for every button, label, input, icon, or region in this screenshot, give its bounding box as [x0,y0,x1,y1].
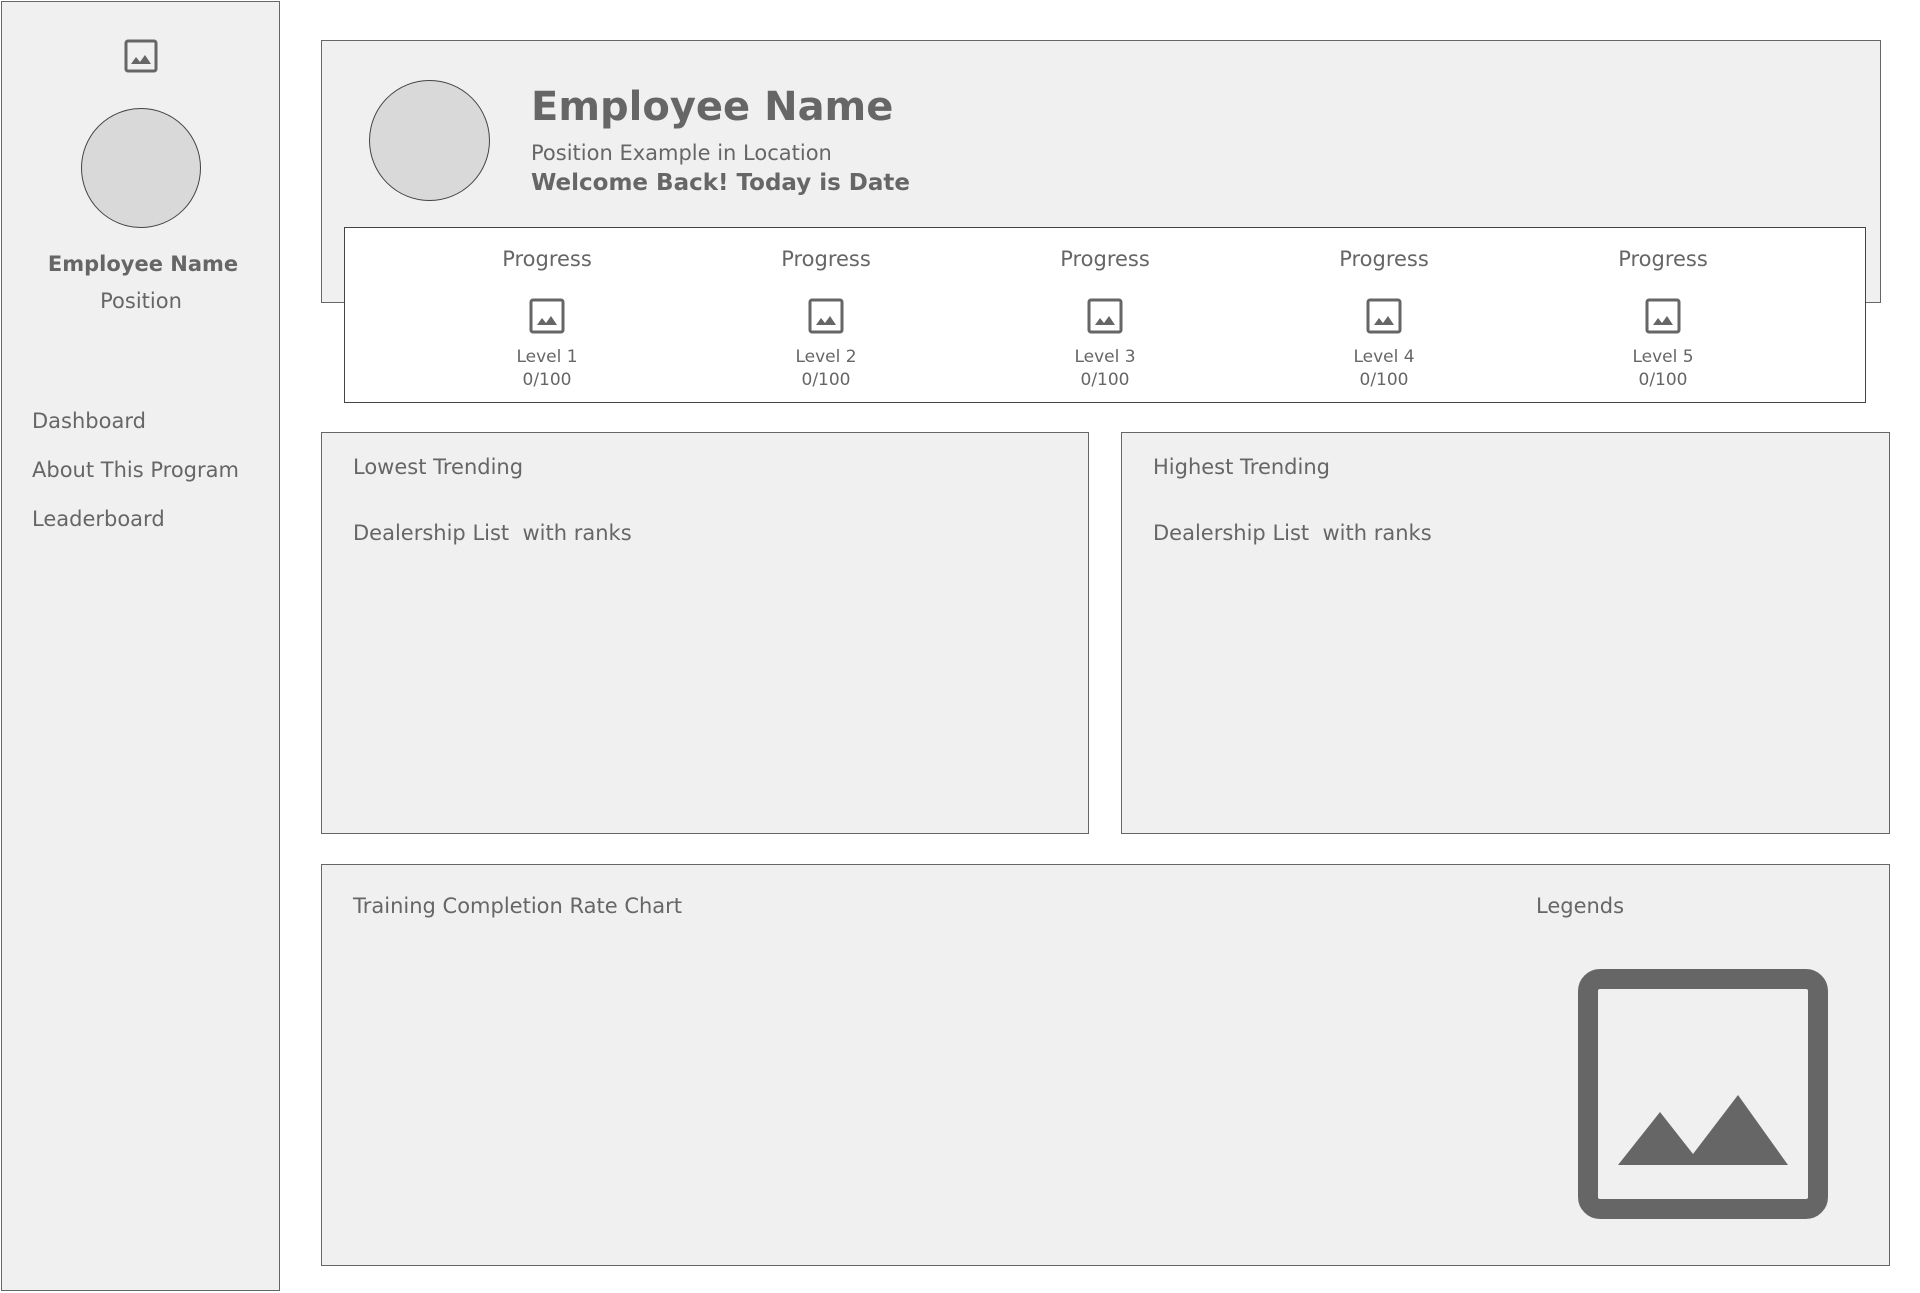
sidebar-position: Position [100,289,182,313]
lowest-trending-panel: Lowest Trending Dealership List with ran… [321,432,1089,834]
avatar [81,108,201,228]
image-icon [529,298,565,334]
progress-score: 0/100 [801,370,851,390]
highest-trending-panel: Highest Trending Dealership List with ra… [1121,432,1890,834]
image-icon [124,39,158,73]
image-icon [808,298,844,334]
progress-level: Level 3 [1074,347,1136,367]
image-icon [1578,969,1828,1219]
dealership-list: Dealership List with ranks [353,521,632,545]
legends-label: Legends [1536,894,1625,918]
progress-strip: Progress Level 1 0/100 Progress Level 2 … [344,227,1866,403]
sidebar-employee-name: Employee Name [47,252,239,276]
progress-title: Progress [502,247,592,271]
progress-level: Level 4 [1353,347,1415,367]
sidebar-item-dashboard[interactable]: Dashboard [32,406,239,455]
progress-title: Progress [781,247,871,271]
training-completion-chart-panel: Training Completion Rate Chart Legends [321,864,1890,1266]
image-icon [1645,298,1681,334]
avatar [369,80,490,201]
image-icon [1366,298,1402,334]
progress-level: Level 5 [1632,347,1694,367]
progress-score: 0/100 [1638,370,1688,390]
welcome-message: Welcome Back! Today is Date [531,170,911,196]
progress-score: 0/100 [1080,370,1130,390]
sidebar: Employee Name Position Dashboard About T… [1,1,280,1291]
progress-title: Progress [1339,247,1429,271]
progress-card-level-1[interactable]: Progress Level 1 0/100 [437,228,657,404]
chart-title: Training Completion Rate Chart [353,894,683,918]
progress-score: 0/100 [1359,370,1409,390]
sidebar-nav: Dashboard About This Program Leaderboard [32,406,239,553]
panel-title: Highest Trending [1153,455,1330,479]
sidebar-item-leaderboard[interactable]: Leaderboard [32,504,239,553]
page-title: Employee Name [531,84,894,130]
progress-score: 0/100 [522,370,572,390]
dashboard-page: Employee Name Position Dashboard About T… [0,0,1920,1293]
progress-title: Progress [1618,247,1708,271]
sidebar-item-about-this-program[interactable]: About This Program [32,455,239,504]
progress-card-level-5[interactable]: Progress Level 5 0/100 [1553,228,1773,404]
progress-card-level-2[interactable]: Progress Level 2 0/100 [716,228,936,404]
progress-level: Level 1 [516,347,578,367]
progress-title: Progress [1060,247,1150,271]
dealership-list: Dealership List with ranks [1153,521,1432,545]
panel-title: Lowest Trending [353,455,524,479]
image-icon [1087,298,1123,334]
progress-level: Level 2 [795,347,857,367]
progress-card-level-3[interactable]: Progress Level 3 0/100 [995,228,1215,404]
progress-card-level-4[interactable]: Progress Level 4 0/100 [1274,228,1494,404]
position-line: Position Example in Location [531,141,832,165]
